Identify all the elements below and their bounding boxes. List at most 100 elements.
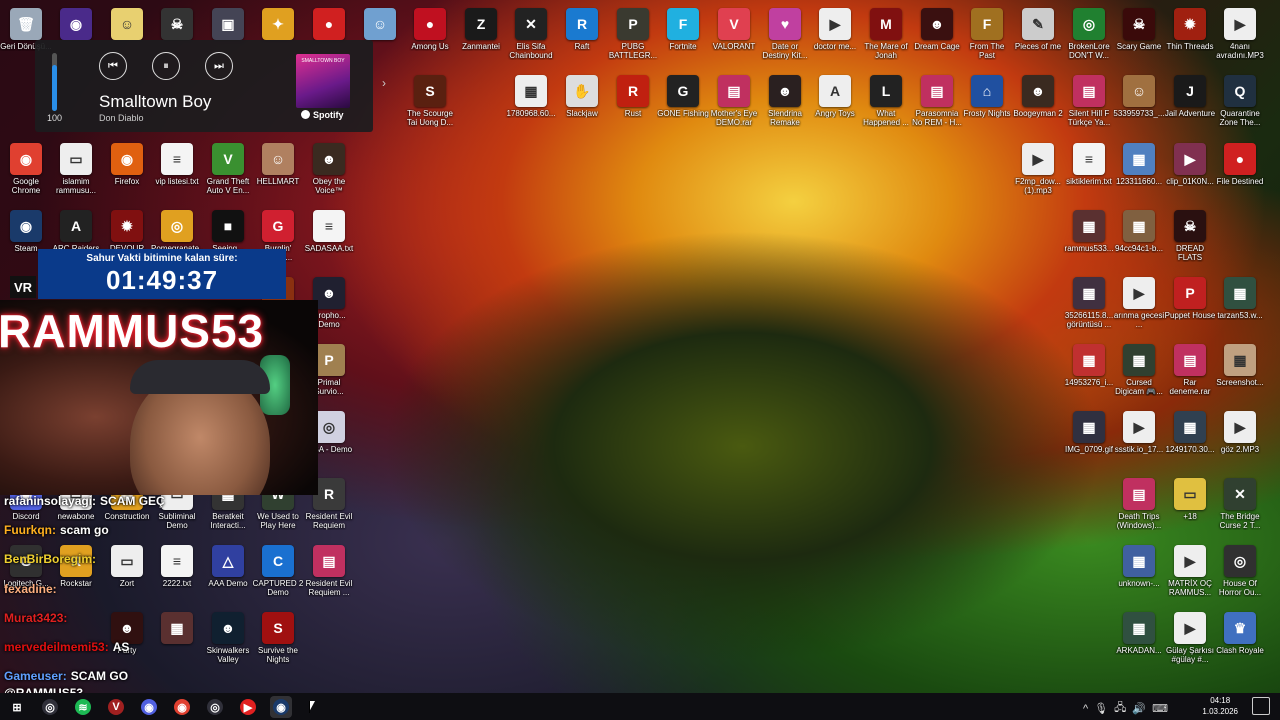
- desktop-icon[interactable]: ◎Pomegranate...: [151, 206, 203, 253]
- desktop-icon[interactable]: ✹DEVOUR: [101, 206, 153, 253]
- desktop-icon[interactable]: F Fortnite: [657, 4, 709, 51]
- desktop-icon[interactable]: ▦ IMG_0709.gif: [1063, 407, 1115, 454]
- desktop-icon[interactable]: ◉ Steam: [0, 206, 52, 253]
- desktop-icon[interactable]: Z Zanmantei: [455, 4, 507, 51]
- desktop-icon[interactable]: R Rust: [607, 71, 659, 118]
- desktop-icon[interactable]: C CAPTURED 2 Demo: [252, 541, 304, 597]
- desktop-icon[interactable]: ● File Destined: [1214, 139, 1266, 186]
- desktop-icon[interactable]: ≡ siktiklerim.txt: [1063, 139, 1115, 186]
- desktop-icon[interactable]: ⌂ Frosty Nights: [961, 71, 1013, 118]
- desktop-icon[interactable]: J Jail Adventure: [1164, 71, 1216, 118]
- desktop-icon[interactable]: ▦ 35266115.8... görüntüsü ...: [1063, 273, 1115, 329]
- desktop-icon[interactable]: ▤ Mother's Eye DEMO.rar: [708, 71, 760, 127]
- desktop-icon[interactable]: ✋ Slackjaw: [556, 71, 608, 118]
- desktop-icon[interactable]: ◉: [50, 4, 102, 42]
- desktop-icon[interactable]: ▭ islamim rammusu...: [50, 139, 102, 195]
- desktop-icon[interactable]: ☠ Scary Game: [1113, 4, 1165, 51]
- taskbar-app-youtube[interactable]: ▶: [237, 696, 259, 718]
- taskbar-app-search[interactable]: ◎: [39, 696, 61, 718]
- desktop-icon[interactable]: ▤ Parasomnia No REM - H...: [911, 71, 963, 127]
- desktop-icon[interactable]: ◎ House Of Horror Ou...: [1214, 541, 1266, 597]
- desktop-icon[interactable]: ▦ rammus533...: [1063, 206, 1115, 253]
- desktop-icon[interactable]: ▤ Silent Hill F Türkçe Ya...: [1063, 71, 1115, 127]
- desktop-icon[interactable]: ☠ DREAD FLATS: [1164, 206, 1216, 262]
- desktop-icon[interactable]: ♛ Clash Royale: [1214, 608, 1266, 655]
- desktop-icon[interactable]: ▶ MATRİX OÇ RAMMUS...: [1164, 541, 1216, 597]
- desktop-icon[interactable]: ▶ 4nanı avradını.MP3: [1214, 4, 1266, 60]
- desktop-icon[interactable]: ☻ Boogeyman 2: [1012, 71, 1064, 118]
- desktop-icon[interactable]: ≡ 2222.txt: [151, 541, 203, 588]
- desktop-icon[interactable]: ▶ F2mp_dow... (1).mp3: [1012, 139, 1064, 195]
- desktop-icon[interactable]: ■Seeing...: [202, 206, 254, 253]
- taskbar-app-chrome[interactable]: ◉: [171, 696, 193, 718]
- desktop-icon[interactable]: ☺: [101, 4, 153, 42]
- volume-icon[interactable]: 🔊: [1132, 702, 1146, 715]
- taskbar-clock[interactable]: 04:18 1.03.2026: [1202, 695, 1238, 717]
- desktop-icon[interactable]: ● Among Us: [404, 4, 456, 51]
- desktop-icon[interactable]: ▦ 123311660...: [1113, 139, 1165, 186]
- desktop-icon[interactable]: ☠: [151, 4, 203, 42]
- desktop-icon[interactable]: ▶ doctor me...: [809, 4, 861, 51]
- taskbar-app-steam[interactable]: ◉: [270, 696, 292, 718]
- desktop-icon[interactable]: ☻ Slendrina Remake: [759, 71, 811, 127]
- desktop-icon[interactable]: ✕ Elis Sifa Chainbound: [505, 4, 557, 60]
- keyboard-icon[interactable]: ⌨: [1152, 702, 1168, 715]
- desktop-icon[interactable]: A Angry Toys: [809, 71, 861, 118]
- desktop-icon[interactable]: ▭ +18: [1164, 474, 1216, 521]
- desktop-icon[interactable]: ▶ ssstik.io_17...: [1113, 407, 1165, 454]
- desktop-icon[interactable]: ▶ göz 2.MP3: [1214, 407, 1266, 454]
- desktop-icon[interactable]: P PUBG BATTLEGR...: [607, 4, 659, 60]
- desktop-icon[interactable]: V VALORANT: [708, 4, 760, 51]
- desktop-icon[interactable]: ●: [303, 4, 355, 42]
- notification-icon[interactable]: [1252, 697, 1270, 715]
- show-hidden-icons-icon[interactable]: ^: [1083, 703, 1088, 715]
- desktop-icon[interactable]: ▦ 14953276_i...: [1063, 340, 1115, 387]
- desktop-icon[interactable]: R Raft: [556, 4, 608, 51]
- desktop-icon[interactable]: Q Quarantine Zone The...: [1214, 71, 1266, 127]
- desktop-icon[interactable]: ▦ ARKADAN...: [1113, 608, 1165, 655]
- desktop-icon[interactable]: ☻ Obey the Voice™: [303, 139, 355, 195]
- desktop-icon[interactable]: ♥ Date or Destiny Kit...: [759, 4, 811, 60]
- desktop-icon[interactable]: ▦ Cursed Digicam 🎮...: [1113, 340, 1165, 396]
- taskbar-app-discord[interactable]: ◉: [138, 696, 160, 718]
- desktop-icon[interactable]: F From The Past: [961, 4, 1013, 60]
- desktop-icon[interactable]: ≡ SADASAA.txt: [303, 206, 355, 253]
- desktop-icon[interactable]: ☻ Dream Cage: [911, 4, 963, 51]
- desktop-icon[interactable]: ✹ Thin Threads: [1164, 4, 1216, 51]
- desktop-icon[interactable]: ▦ unknown-...: [1113, 541, 1165, 588]
- desktop-icon[interactable]: ▶ clip_01K0N...: [1164, 139, 1216, 186]
- desktop-icon[interactable]: ▤ Resident Evil Requiem ...: [303, 541, 355, 597]
- volume-slider[interactable]: [52, 53, 57, 111]
- next-track-button[interactable]: ⏭: [205, 52, 233, 80]
- desktop-icon[interactable]: ▦ 1249170.30...: [1164, 407, 1216, 454]
- desktop-icon[interactable]: ◉ Google Chrome: [0, 139, 52, 195]
- play-pause-button[interactable]: ⏸: [152, 52, 180, 80]
- album-cover[interactable]: SMALLTOWN BOY: [296, 54, 350, 108]
- desktop-icon[interactable]: ▦: [151, 608, 203, 646]
- desktop-icon[interactable]: ☺ HELLMART: [252, 139, 304, 186]
- desktop-icon[interactable]: ▤ Death Trips (Windows)...: [1113, 474, 1165, 530]
- desktop-icon[interactable]: ▦ tarzan53.w...: [1214, 273, 1266, 320]
- desktop-icon[interactable]: S Survive the Nights: [252, 608, 304, 664]
- desktop-icon[interactable]: ≡ vip listesi.txt: [151, 139, 203, 186]
- desktop-icon[interactable]: ▣: [202, 4, 254, 42]
- desktop-icon[interactable]: V Grand Theft Auto V En...: [202, 139, 254, 195]
- desktop-icon[interactable]: ▤ Rar deneme.rar: [1164, 340, 1216, 396]
- desktop-icon[interactable]: △ AAA Demo: [202, 541, 254, 588]
- desktop-icon[interactable]: L What Happened ...: [860, 71, 912, 127]
- start-button[interactable]: ⊞: [6, 696, 28, 718]
- taskbar-app-spotify[interactable]: ≋: [72, 696, 94, 718]
- desktop-icon[interactable]: ☺ 533959733_...: [1113, 71, 1165, 118]
- desktop-icon[interactable]: S The Scourge Tai Uong D...: [404, 71, 456, 127]
- desktop-icon[interactable]: ✎ Pieces of me: [1012, 4, 1064, 51]
- taskbar-app-obs[interactable]: ◎: [204, 696, 226, 718]
- desktop-icon[interactable]: ▦ 1780968.60...: [505, 71, 557, 118]
- network-icon[interactable]: 🖧: [1114, 699, 1126, 718]
- desktop-icon[interactable]: ▶ Gülay Şarkısı #gülay #...: [1164, 608, 1216, 664]
- microphone-icon[interactable]: 🎙: [1094, 702, 1108, 715]
- desktop-icon[interactable]: P Puppet House: [1164, 273, 1216, 320]
- desktop-icon[interactable]: ▶ arınma gecesi ...: [1113, 273, 1165, 329]
- desktop-icon[interactable]: ▦ Screenshot...: [1214, 340, 1266, 387]
- taskbar-app-voicemeeter[interactable]: V: [105, 696, 127, 718]
- desktop-icon[interactable]: M The Mare of Jonah: [860, 4, 912, 60]
